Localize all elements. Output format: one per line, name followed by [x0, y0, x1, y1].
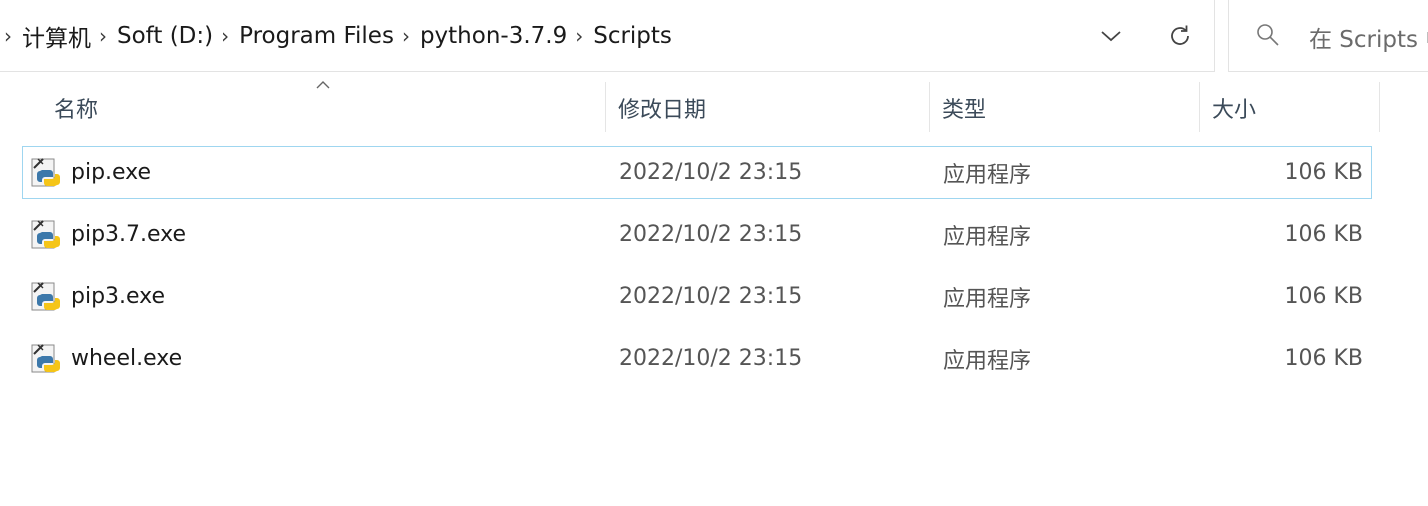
address-history-button[interactable] — [1089, 14, 1133, 58]
column-header-row: 名称 修改日期 类型 大小 — [0, 82, 1428, 134]
breadcrumb-item-program-files[interactable]: Program Files — [239, 23, 394, 49]
refresh-icon — [1171, 25, 1189, 45]
breadcrumb-separator[interactable]: › — [0, 24, 22, 48]
file-name[interactable]: pip3.7.exe — [71, 209, 186, 260]
file-date: 2022/10/2 23:15 — [619, 284, 803, 309]
file-size: 106 KB — [1284, 284, 1363, 309]
chevron-down-icon — [1101, 31, 1121, 42]
python-executable-icon — [31, 344, 60, 373]
file-row[interactable]: pip3.7.exe 2022/10/2 23:15 应用程序 106 KB — [22, 208, 1372, 261]
file-type: 应用程序 — [943, 224, 1032, 250]
address-bar[interactable]: › 计算机 › Soft (D:) › Program Files › pyth… — [0, 0, 1215, 72]
breadcrumb-separator[interactable]: › — [394, 24, 420, 48]
search-box[interactable]: 在 Scripts 中 — [1228, 0, 1428, 72]
file-size: 106 KB — [1284, 222, 1363, 247]
column-header-size[interactable]: 大小 — [1212, 82, 1256, 134]
column-header-type[interactable]: 类型 — [942, 82, 986, 134]
file-type: 应用程序 — [943, 162, 1032, 188]
search-icon — [1257, 24, 1279, 46]
file-date: 2022/10/2 23:15 — [619, 160, 803, 185]
column-divider[interactable] — [1199, 82, 1200, 132]
file-size: 106 KB — [1284, 160, 1363, 185]
search-input[interactable]: 在 Scripts 中 — [1309, 20, 1428, 54]
breadcrumb: › 计算机 › Soft (D:) › Program Files › pyth… — [0, 16, 672, 56]
python-executable-icon — [31, 282, 60, 311]
column-divider[interactable] — [929, 82, 930, 132]
file-name[interactable]: pip.exe — [71, 147, 151, 198]
file-size: 106 KB — [1284, 346, 1363, 371]
breadcrumb-item-computer[interactable]: 计算机 — [22, 19, 91, 53]
python-executable-icon — [31, 158, 60, 187]
breadcrumb-separator[interactable]: › — [213, 24, 239, 48]
file-name[interactable]: pip3.exe — [71, 271, 165, 322]
column-divider[interactable] — [605, 82, 606, 132]
refresh-button[interactable] — [1158, 14, 1202, 58]
breadcrumb-separator[interactable]: › — [567, 24, 593, 48]
column-header-name[interactable]: 名称 — [54, 82, 98, 134]
breadcrumb-separator[interactable]: › — [91, 24, 117, 48]
file-date: 2022/10/2 23:15 — [619, 346, 803, 371]
file-row[interactable]: pip3.exe 2022/10/2 23:15 应用程序 106 KB — [22, 270, 1372, 323]
navigation-bar: › 计算机 › Soft (D:) › Program Files › pyth… — [0, 0, 1428, 72]
file-type: 应用程序 — [943, 348, 1032, 374]
breadcrumb-item-drive[interactable]: Soft (D:) — [117, 23, 213, 49]
breadcrumb-item-scripts[interactable]: Scripts — [593, 23, 672, 49]
file-type: 应用程序 — [943, 286, 1032, 312]
breadcrumb-item-python[interactable]: python-3.7.9 — [420, 23, 567, 49]
file-date: 2022/10/2 23:15 — [619, 222, 803, 247]
python-executable-icon — [31, 220, 60, 249]
column-divider[interactable] — [1379, 82, 1380, 132]
file-row[interactable]: pip.exe 2022/10/2 23:15 应用程序 106 KB — [22, 146, 1372, 199]
file-name[interactable]: wheel.exe — [71, 333, 182, 384]
column-header-date[interactable]: 修改日期 — [618, 82, 706, 134]
file-row[interactable]: wheel.exe 2022/10/2 23:15 应用程序 106 KB — [22, 332, 1372, 385]
